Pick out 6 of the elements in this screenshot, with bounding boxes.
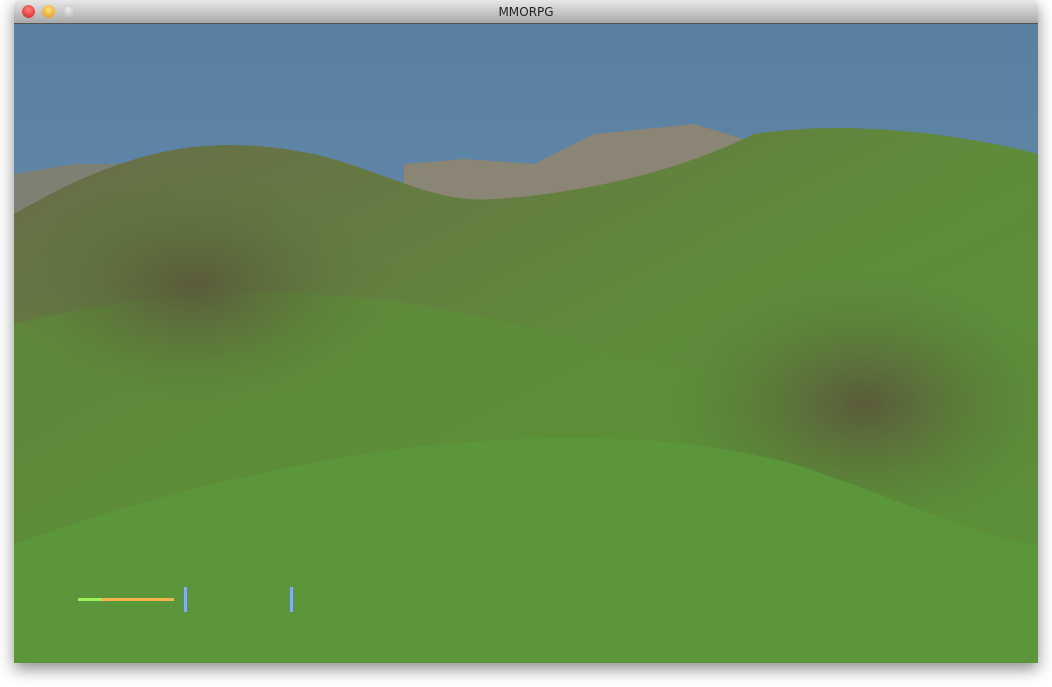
close-button[interactable] (22, 5, 35, 18)
window-title: MMORPG (498, 4, 554, 19)
marker-icon (290, 587, 293, 612)
zoom-button[interactable] (62, 5, 75, 18)
marker-icon (184, 587, 187, 612)
minimize-button[interactable] (42, 5, 55, 18)
